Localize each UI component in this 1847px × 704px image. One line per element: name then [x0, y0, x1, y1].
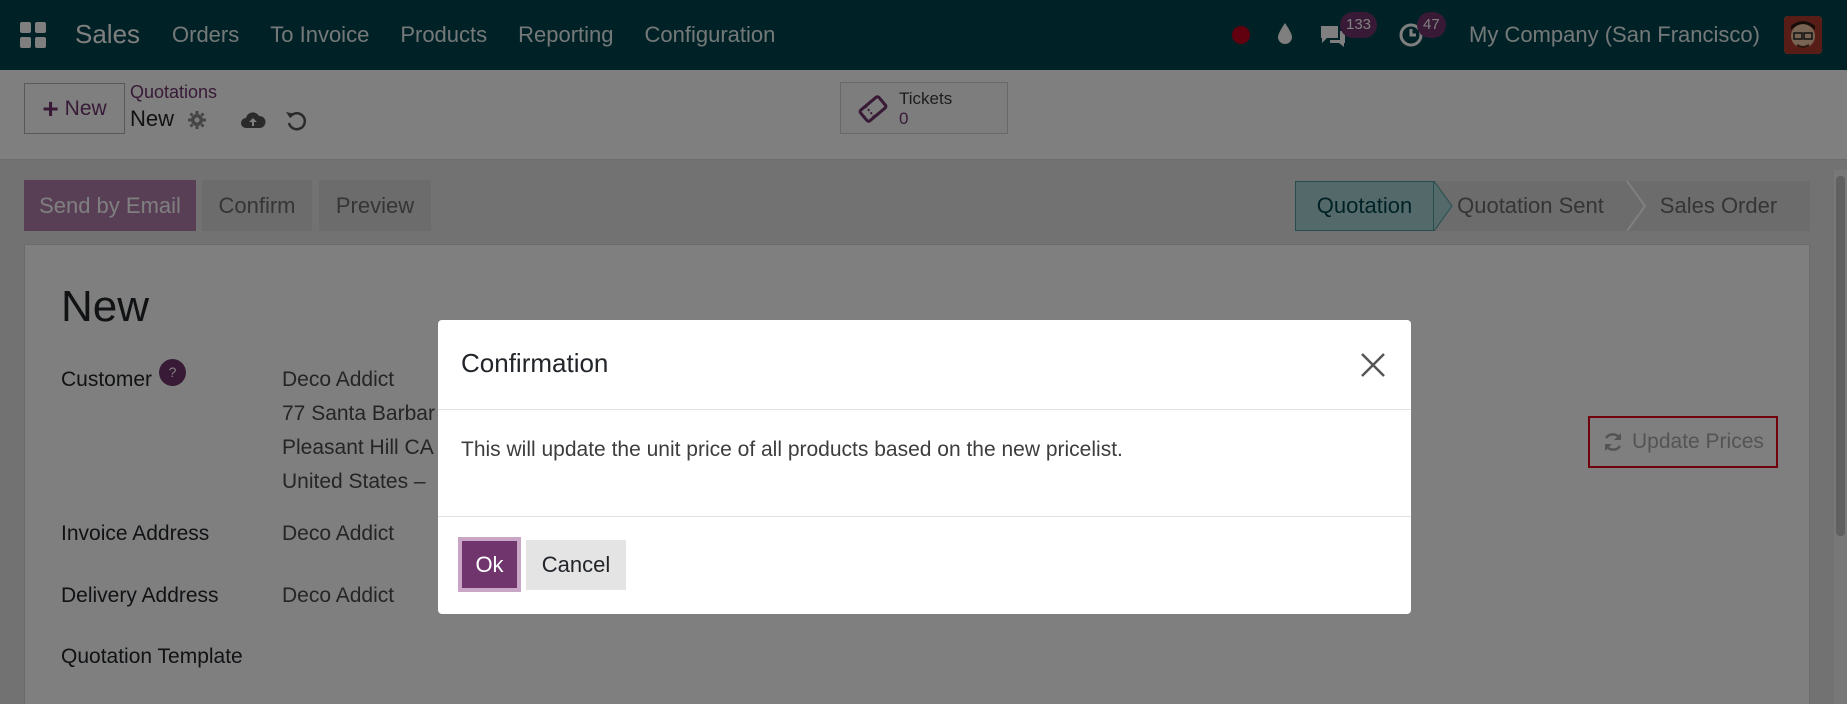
close-icon[interactable] — [1360, 352, 1386, 378]
dialog-title: Confirmation — [461, 348, 609, 378]
ok-button[interactable]: Ok — [458, 537, 521, 592]
dialog-message: This will update the unit price of all p… — [461, 438, 1123, 461]
cancel-button[interactable]: Cancel — [526, 540, 626, 590]
confirmation-dialog: Confirmation This will update the unit p… — [438, 320, 1411, 614]
dialog-footer-divider — [438, 516, 1411, 517]
dialog-header-divider — [438, 409, 1411, 410]
